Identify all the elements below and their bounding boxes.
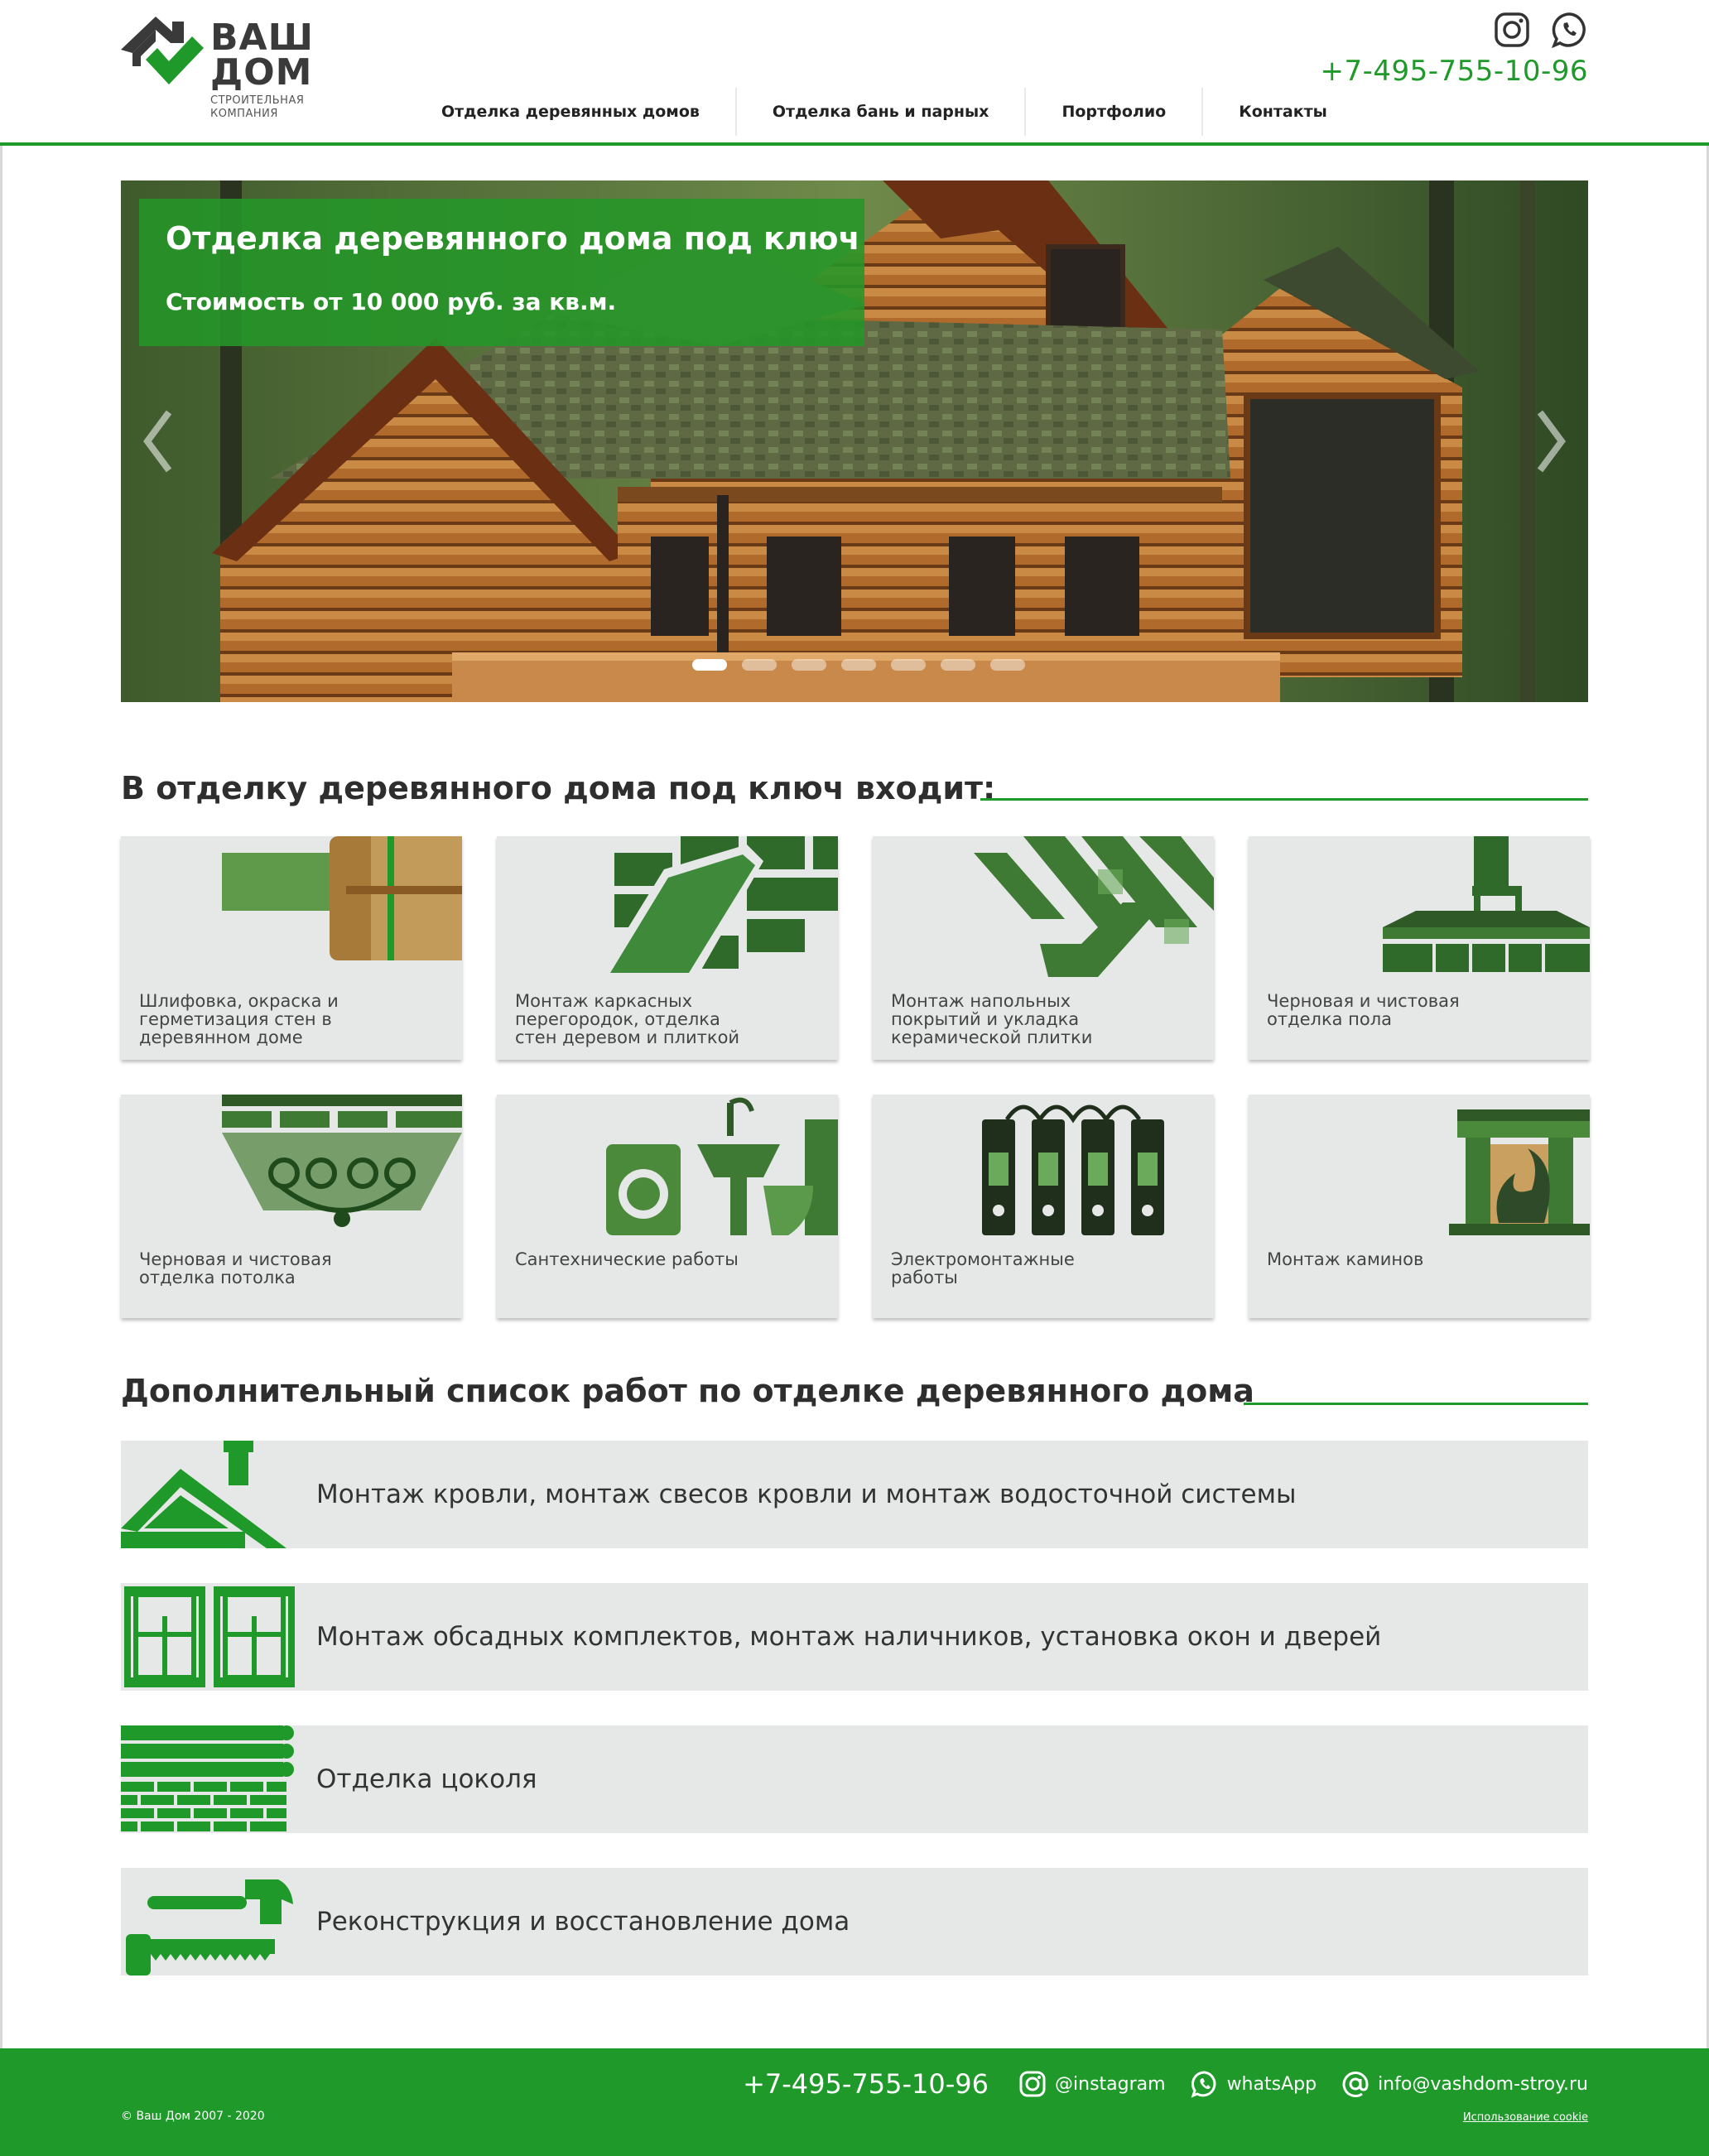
service-card[interactable]: Монтаж каркасных перегородок, отделка ст… xyxy=(497,836,838,1060)
slider-dot[interactable] xyxy=(891,659,926,671)
slider-dots xyxy=(692,659,1025,671)
footer-whatsapp-label: whatsApp xyxy=(1226,2073,1317,2095)
parquet-icon xyxy=(974,836,1214,977)
extra-service-row[interactable]: Отделка цоколя xyxy=(121,1725,1588,1833)
nav-item-contacts[interactable]: Контакты xyxy=(1203,88,1363,136)
included-section-title: В отделку деревянного дома под ключ вход… xyxy=(121,770,996,806)
footer-instagram-link[interactable]: @instagram xyxy=(1018,2070,1166,2098)
footer-instagram-label: @instagram xyxy=(1055,2073,1166,2095)
logo[interactable]: ВАШ ДОМ СТРОИТЕЛЬНАЯ КОМПАНИЯ xyxy=(121,17,313,124)
logo-word-2: ДОМ xyxy=(210,51,313,94)
slider-dot[interactable] xyxy=(742,659,777,671)
section-divider xyxy=(1244,1403,1588,1405)
extra-service-label: Монтаж обсадных комплектов, монтаж налич… xyxy=(316,1622,1382,1652)
extra-service-row[interactable]: Монтаж обсадных комплектов, монтаж налич… xyxy=(121,1583,1588,1691)
windows-icon xyxy=(124,1586,295,1687)
roof-icon xyxy=(121,1441,286,1548)
plinth-icon xyxy=(121,1725,294,1831)
service-card-label: Монтаж каминов xyxy=(1267,1249,1424,1269)
whatsapp-icon xyxy=(1191,2071,1216,2098)
section-divider xyxy=(980,798,1588,801)
footer-whatsapp-link[interactable]: whatsApp xyxy=(1191,2070,1317,2098)
instagram-icon xyxy=(1019,2071,1046,2097)
nav-item-portfolio[interactable]: Портфолио xyxy=(1026,88,1204,136)
service-card-label: Электромонтажные работы xyxy=(891,1249,1075,1287)
slider-next-icon[interactable] xyxy=(1530,404,1572,479)
service-card-label: Шлифовка, окраска и герметизация стен в … xyxy=(139,991,339,1047)
hero-subtitle: Стоимость от 10 000 руб. за кв.м. xyxy=(166,288,617,315)
service-card-label: Черновая и чистовая отделка потолка xyxy=(139,1249,332,1287)
extra-service-label: Реконструкция и восстановление дома xyxy=(316,1907,850,1937)
hero-slider: Отделка деревянного дома под ключ Стоимо… xyxy=(121,180,1588,702)
service-card-label: Монтаж каркасных перегородок, отделка ст… xyxy=(515,991,740,1047)
extra-service-row[interactable]: Монтаж кровли, монтаж свесов кровли и мо… xyxy=(121,1441,1588,1548)
site-footer: +7-495-755-10-96 @instagram whatsApp inf… xyxy=(0,2048,1709,2156)
instagram-icon[interactable] xyxy=(1494,12,1530,48)
trowel-tile-icon xyxy=(598,836,838,977)
logo-mark-icon xyxy=(121,17,204,84)
extra-service-label: Отделка цоколя xyxy=(316,1764,537,1794)
service-card[interactable]: Сантехнические работы xyxy=(497,1095,838,1318)
hammer-saw-icon xyxy=(126,1879,293,1976)
service-card[interactable]: Черновая и чистовая отделка пола xyxy=(1249,836,1590,1060)
extra-section-title: Дополнительный список работ по отделке д… xyxy=(121,1373,1254,1409)
logo-subtitle-1: СТРОИТЕЛЬНАЯ xyxy=(210,94,305,107)
site-header: ВАШ ДОМ СТРОИТЕЛЬНАЯ КОМПАНИЯ Отделка де… xyxy=(0,0,1709,146)
service-card-label: Монтаж напольных покрытий и укладка кера… xyxy=(891,991,1093,1047)
service-card[interactable]: Монтаж напольных покрытий и укладка кера… xyxy=(873,836,1214,1060)
service-card[interactable]: Монтаж каминов xyxy=(1249,1095,1590,1318)
slider-dot[interactable] xyxy=(792,659,826,671)
copyright: © Ваш Дом 2007 - 2020 xyxy=(121,2110,265,2123)
chandelier-icon xyxy=(222,1095,462,1227)
slider-dot[interactable] xyxy=(941,659,975,671)
slider-dot[interactable] xyxy=(692,659,727,671)
footer-email-link[interactable]: info@vashdom-stroy.ru xyxy=(1341,2070,1588,2098)
main-nav: Отделка деревянных домов Отделка бань и … xyxy=(406,86,1363,137)
hero-caption: Отделка деревянного дома под ключ Стоимо… xyxy=(139,199,864,346)
extra-service-row[interactable]: Реконструкция и восстановление дома xyxy=(121,1868,1588,1976)
slider-dot[interactable] xyxy=(841,659,876,671)
extra-service-label: Монтаж кровли, монтаж свесов кровли и мо… xyxy=(316,1480,1297,1509)
header-phone[interactable]: +7-495-755-10-96 xyxy=(1320,55,1588,88)
log-wall-icon xyxy=(222,836,462,960)
service-card-label: Черновая и чистовая отделка пола xyxy=(1267,991,1460,1029)
slider-prev-icon[interactable] xyxy=(137,404,179,479)
footer-contacts: +7-495-755-10-96 @instagram whatsApp inf… xyxy=(743,2068,1588,2100)
logo-subtitle-2: КОМПАНИЯ xyxy=(210,108,278,120)
service-card[interactable]: Электромонтажные работы xyxy=(873,1095,1214,1318)
footer-phone[interactable]: +7-495-755-10-96 xyxy=(743,2068,989,2100)
chair-floor-icon xyxy=(1383,836,1590,972)
sockets-icon xyxy=(982,1104,1164,1235)
whatsapp-icon[interactable] xyxy=(1552,12,1588,48)
fireplace-icon xyxy=(1449,1109,1590,1235)
nav-item-saunas[interactable]: Отделка бань и парных xyxy=(737,88,1027,136)
cookie-link[interactable]: Использование cookie xyxy=(1463,2111,1588,2124)
service-card[interactable]: Черновая и чистовая отделка потолка xyxy=(121,1095,462,1318)
slider-dot[interactable] xyxy=(990,659,1025,671)
hero-title: Отделка деревянного дома под ключ xyxy=(166,220,860,257)
at-sign-icon xyxy=(1342,2072,1369,2097)
service-card-label: Сантехнические работы xyxy=(515,1249,739,1269)
nav-item-wooden-houses[interactable]: Отделка деревянных домов xyxy=(406,88,737,136)
footer-email-label: info@vashdom-stroy.ru xyxy=(1378,2073,1588,2095)
header-social xyxy=(1494,12,1588,48)
service-card[interactable]: Шлифовка, окраска и герметизация стен в … xyxy=(121,836,462,1060)
plumbing-icon xyxy=(606,1097,838,1235)
